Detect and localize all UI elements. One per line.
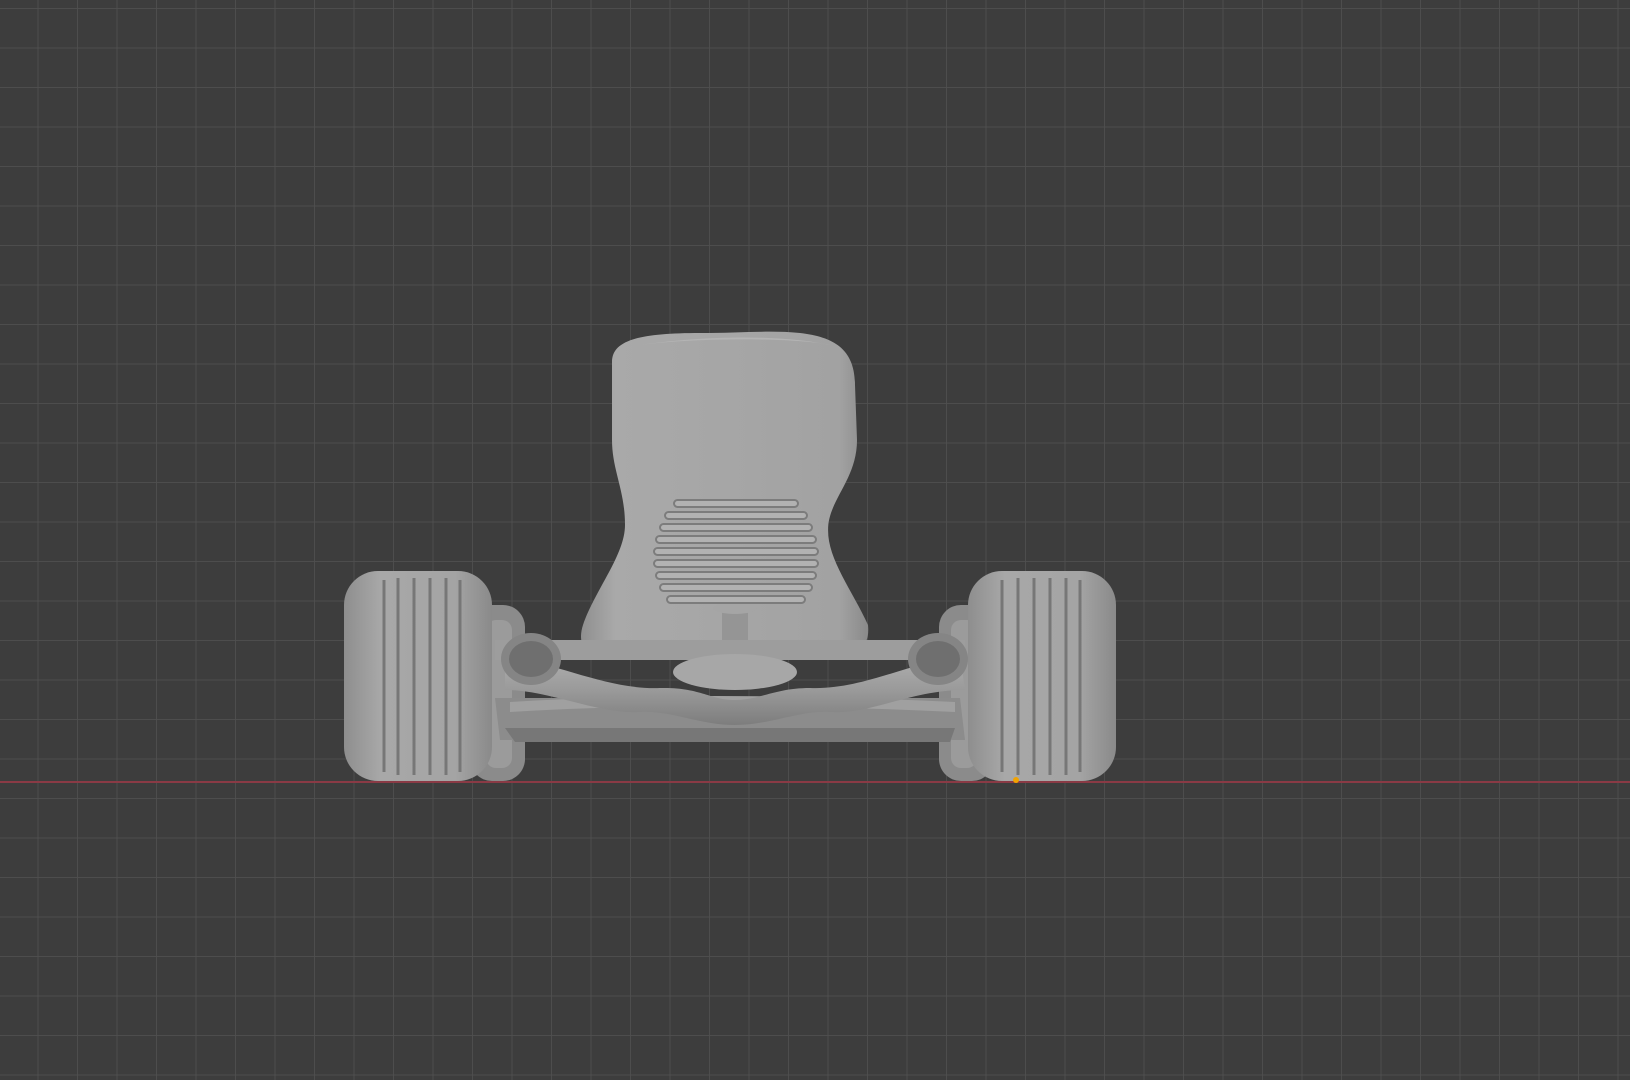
kart-model[interactable] (0, 0, 1630, 1080)
front-tire-right (968, 571, 1116, 781)
3d-viewport[interactable] (0, 0, 1630, 1080)
origin-point (1013, 777, 1019, 783)
front-tire-left (344, 571, 492, 781)
engine-fins (653, 499, 819, 604)
